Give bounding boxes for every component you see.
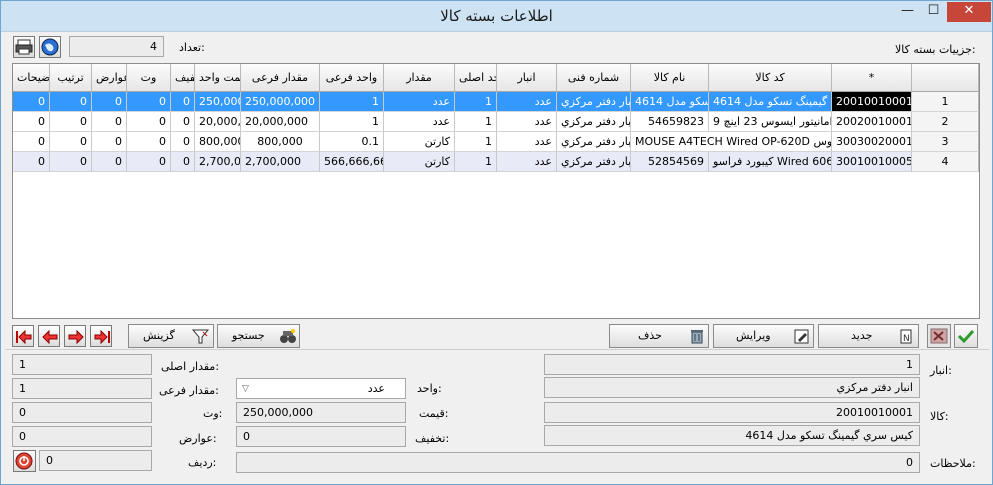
anbar-code-field[interactable]: 1 [544, 354, 920, 375]
count-field: 4 [69, 36, 164, 57]
col-duty[interactable]: وت [127, 64, 171, 92]
edit-button[interactable]: ویرایش [713, 324, 814, 348]
power-icon [15, 452, 33, 470]
nav-last-button[interactable] [12, 325, 34, 347]
sub-qty-label: مقدار فرعی: [159, 384, 219, 397]
col-main-unit[interactable]: انبار [497, 64, 557, 92]
notes-label: ملاحظات: [930, 457, 976, 470]
anbar-name-field[interactable]: انبار دفتر مرکزي [544, 377, 920, 398]
nav-first-button[interactable] [90, 325, 112, 347]
nav-prev-button[interactable] [64, 325, 86, 347]
chevron-down-icon[interactable]: ▽ [242, 384, 249, 394]
col-vat[interactable]: تخفیف [171, 64, 195, 92]
duty-label: عوارض: [179, 432, 217, 445]
title-bar: اطلاعات بسته کالا — ☐ ✕ [1, 1, 992, 32]
divider [5, 349, 989, 350]
last-record-icon [16, 329, 32, 345]
trash-icon [691, 330, 703, 344]
unit-select[interactable]: عدد [236, 378, 406, 399]
col-qty[interactable]: واحد اصلی [455, 64, 497, 92]
window: اطلاعات بسته کالا — ☐ ✕ 4 تعداد: جزییات … [0, 0, 993, 485]
table-row[interactable]: 0 0 0 0 0 20,000,000 20,000,000 1 عدد 1 … [13, 112, 979, 132]
main-qty-field[interactable]: 1 [12, 354, 152, 375]
kala-label: کالا: [930, 410, 949, 423]
col-warehouse[interactable]: شماره فنی [557, 64, 631, 92]
col-unit-price[interactable]: مقدار فرعی [241, 64, 320, 92]
details-label: جزییات بسته کالا: [895, 43, 976, 56]
printer-icon [15, 39, 33, 55]
prev-record-icon [68, 329, 84, 345]
anbar-label: انبار: [930, 364, 952, 377]
table-row[interactable]: 0 0 0 0 0 250,000,000 250,000,000 1 عدد … [13, 92, 979, 112]
col-ordering[interactable]: ترتیب [50, 64, 92, 92]
next-record-icon [42, 329, 58, 345]
new-button[interactable]: جدید N [818, 324, 919, 348]
binoculars-icon [280, 329, 296, 343]
kala-name-field[interactable]: کیس سري گیمینگ تسکو مدل 4614 [544, 425, 920, 446]
confirm-button[interactable] [954, 324, 978, 348]
col-rownum[interactable]: توضیحات [13, 64, 50, 92]
maximize-button[interactable]: ☐ [920, 2, 947, 22]
col-notes[interactable]: عوارض [92, 64, 127, 92]
cancel-icon [930, 328, 948, 344]
window-title: اطلاعات بسته کالا [440, 7, 553, 25]
duty-field[interactable]: 0 [12, 426, 152, 447]
discount-label: تخفیف: [415, 432, 450, 445]
search-button[interactable]: جستجو [217, 324, 300, 348]
cancel-button[interactable] [927, 324, 951, 348]
checkmark-icon [957, 329, 975, 344]
svg-text:N: N [903, 334, 910, 344]
print-button[interactable] [13, 36, 35, 58]
row-field[interactable]: 0 [39, 450, 152, 471]
table-row[interactable]: 0 0 0 0 0 2,700,000 2,700,000 566,666,66… [13, 152, 979, 172]
count-label: تعداد: [179, 41, 205, 54]
filter-icon [192, 329, 210, 344]
col-sub-unit[interactable]: مقدار [384, 64, 455, 92]
col-star[interactable] [912, 64, 979, 92]
delete-button[interactable]: حذف [609, 324, 709, 348]
col-tech-number[interactable]: نام کالا [631, 64, 709, 92]
discount-field[interactable]: 0 [236, 426, 406, 447]
items-grid[interactable]: توضیحات ترتیب عوارض وت تخفیف قیمت واحد م… [12, 63, 980, 319]
first-record-icon [94, 329, 110, 345]
sub-qty-field[interactable]: 1 [12, 378, 152, 399]
notes-field[interactable]: 0 [236, 452, 920, 473]
minimize-button[interactable]: — [894, 2, 921, 22]
grid-header: توضیحات ترتیب عوارض وت تخفیف قیمت واحد م… [13, 64, 979, 92]
table-row[interactable]: 0 0 0 0 0 800,000 800,000 0.1 کارتن 1 عد… [13, 132, 979, 152]
globe-icon [41, 38, 59, 56]
price-field[interactable]: 250,000,000 [236, 402, 406, 423]
vat-label: وت: [203, 407, 223, 420]
unit-label: واحد: [417, 382, 442, 395]
select-button[interactable]: گزینش [128, 324, 214, 348]
nav-next-button[interactable] [38, 325, 60, 347]
new-document-icon: N [900, 329, 912, 344]
col-discount[interactable]: قیمت واحد [195, 64, 241, 92]
web-button[interactable] [39, 36, 61, 58]
col-item-name[interactable]: کد کالا [709, 64, 832, 92]
vat-field[interactable]: 0 [12, 402, 152, 423]
row-label: ردیف: [188, 456, 217, 469]
close-button[interactable]: ✕ [947, 2, 991, 22]
main-qty-label: مقدار اصلی: [161, 360, 220, 373]
col-item-code[interactable]: * [832, 64, 912, 92]
edit-icon [794, 329, 809, 344]
power-button[interactable] [13, 450, 36, 472]
col-sub-qty[interactable]: واحد فرعی [320, 64, 384, 92]
kala-code-field[interactable]: 20010010001 [544, 402, 920, 423]
price-label: قیمت: [419, 407, 449, 420]
